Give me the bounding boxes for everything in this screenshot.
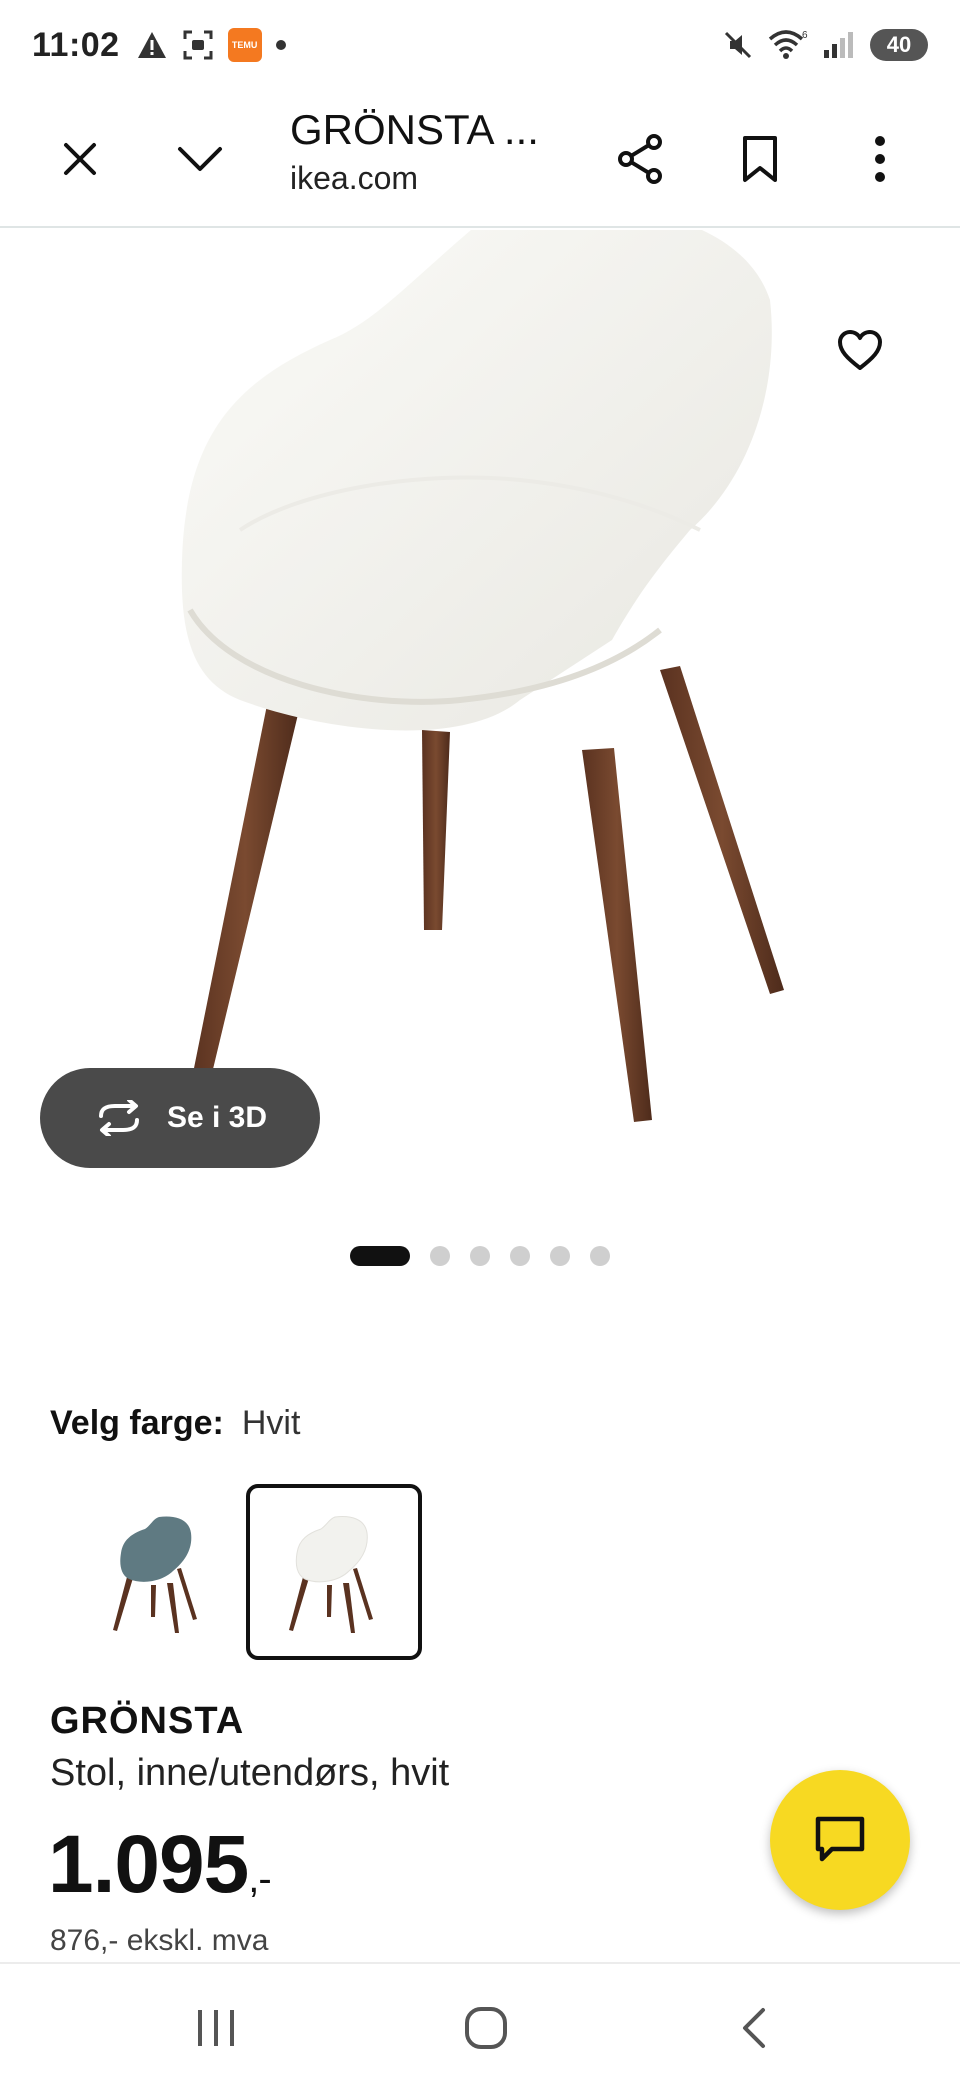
selected-color: Hvit [241, 1404, 301, 1442]
mute-icon [724, 31, 752, 59]
carousel-indicator [0, 1246, 960, 1266]
bookmark-button[interactable] [724, 123, 796, 195]
carousel-dot[interactable] [430, 1246, 450, 1266]
bookmark-icon [743, 136, 777, 182]
signal-icon [824, 32, 853, 58]
more-vert-icon [875, 136, 885, 182]
home-icon [465, 2007, 507, 2049]
status-time: 11:02 [32, 25, 120, 64]
view-in-3d-button[interactable]: Se i 3D [40, 1068, 320, 1168]
chat-icon [815, 1816, 865, 1862]
recent-apps-button[interactable] [176, 1988, 256, 2068]
status-system-icons: 6 40 [722, 29, 928, 61]
carousel-dot[interactable] [550, 1246, 570, 1266]
page-title-block[interactable]: GRÖNSTA ... ikea.com [290, 106, 539, 197]
carousel-dot[interactable] [590, 1246, 610, 1266]
more-options-button[interactable] [844, 123, 916, 195]
heart-icon [838, 330, 882, 370]
favorite-button[interactable] [828, 318, 892, 382]
price-excluding-vat: 876,- ekskl. mva [50, 1924, 269, 1957]
close-button[interactable] [44, 123, 116, 195]
price-amount: 1.095 [48, 1819, 249, 1910]
svg-text:6: 6 [802, 30, 808, 41]
recent-apps-icon [198, 2010, 234, 2046]
close-icon [64, 143, 96, 175]
wifi-icon: 6 [768, 30, 808, 59]
battery-indicator: 40 [870, 29, 928, 61]
minimize-tab-button[interactable] [164, 123, 236, 195]
chair-thumbnail-white [289, 1516, 373, 1633]
page-url: ikea.com [290, 160, 419, 196]
home-button[interactable] [446, 1988, 526, 2068]
back-icon [743, 2008, 765, 2048]
status-notification-icons: TEMU [136, 28, 286, 62]
carousel-dot[interactable] [470, 1246, 490, 1266]
status-bar: 11:02 TEMU 6 40 [0, 0, 960, 90]
product-price: 1.095,- [48, 1818, 272, 1912]
more-notifications-dot [275, 40, 286, 50]
color-selector-label: Velg farge: Hvit [50, 1404, 300, 1443]
color-swatch-white[interactable] [246, 1484, 422, 1660]
back-button[interactable] [714, 1988, 794, 2068]
view-in-3d-label: Se i 3D [166, 1101, 268, 1134]
product-description: Stol, inne/utendørs, hvit [50, 1752, 450, 1794]
screenshot-icon [183, 30, 213, 60]
product-name: GRÖNSTA [50, 1700, 245, 1742]
share-button[interactable] [604, 123, 676, 195]
color-swatch-bluegrey[interactable] [70, 1484, 246, 1660]
warning-icon [137, 32, 166, 58]
chat-button[interactable] [770, 1770, 910, 1910]
carousel-dot[interactable] [510, 1246, 530, 1266]
chair-thumbnail-bluegrey [113, 1516, 197, 1633]
page-title: GRÖNSTA ... [290, 106, 539, 153]
share-icon [618, 134, 662, 184]
color-label: Velg farge: [50, 1404, 224, 1442]
carousel-dot-active[interactable] [350, 1246, 410, 1266]
custom-tab-toolbar: GRÖNSTA ... ikea.com [0, 90, 960, 228]
rotate-3d-icon [98, 1100, 139, 1136]
chevron-down-icon [178, 147, 222, 171]
system-navigation-bar [0, 1962, 960, 2080]
price-suffix: ,- [248, 1857, 271, 1901]
temu-app-icon: TEMU [227, 28, 262, 62]
